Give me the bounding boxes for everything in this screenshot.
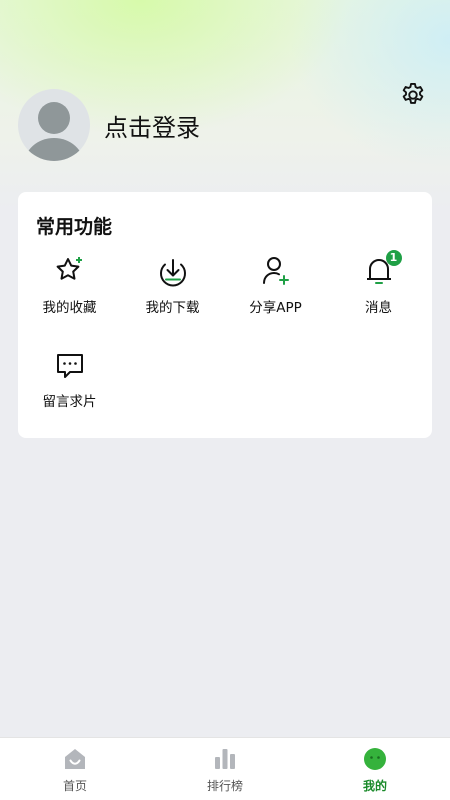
- tab-home-label: 首页: [62, 779, 87, 793]
- message-count-badge: 1: [385, 250, 402, 266]
- home-icon: [65, 749, 85, 769]
- mine-icon: [364, 748, 386, 770]
- share-app-button[interactable]: 分享APP: [224, 254, 327, 316]
- message-icon: [56, 354, 83, 378]
- star-sparkle-icon: [56, 257, 82, 280]
- login-link[interactable]: 点击登录: [104, 108, 200, 143]
- gear-icon: [402, 82, 424, 104]
- profile-header[interactable]: 点击登录: [18, 88, 200, 162]
- user-add-icon: [262, 257, 289, 285]
- default-avatar-icon: [24, 102, 84, 161]
- download-icon: [159, 259, 186, 287]
- request-movie-button[interactable]: 留言求片: [18, 348, 121, 410]
- favorites-button[interactable]: 我的收藏: [18, 254, 121, 316]
- messages-button[interactable]: 1 消息: [327, 250, 430, 316]
- messages-label: 消息: [365, 300, 392, 316]
- favorites-label: 我的收藏: [42, 300, 97, 316]
- common-functions-card: 常用功能 我的收藏 我的下载 分享APP 1 消息 留言求片: [18, 192, 432, 438]
- tab-home[interactable]: 首页: [0, 738, 150, 800]
- bottom-tab-bar: 首页 排行榜 我的: [0, 737, 450, 800]
- share-app-label: 分享APP: [249, 300, 302, 316]
- tab-ranking[interactable]: 排行榜: [150, 738, 300, 800]
- section-title: 常用功能: [36, 216, 113, 238]
- downloads-label: 我的下载: [145, 300, 200, 316]
- request-movie-label: 留言求片: [42, 394, 97, 410]
- settings-button[interactable]: [396, 78, 430, 112]
- avatar[interactable]: [18, 89, 90, 161]
- tab-ranking-label: 排行榜: [206, 779, 243, 793]
- tab-mine-label: 我的: [362, 779, 387, 793]
- tab-mine[interactable]: 我的: [300, 738, 450, 800]
- ranking-icon: [215, 749, 235, 769]
- downloads-button[interactable]: 我的下载: [121, 254, 224, 316]
